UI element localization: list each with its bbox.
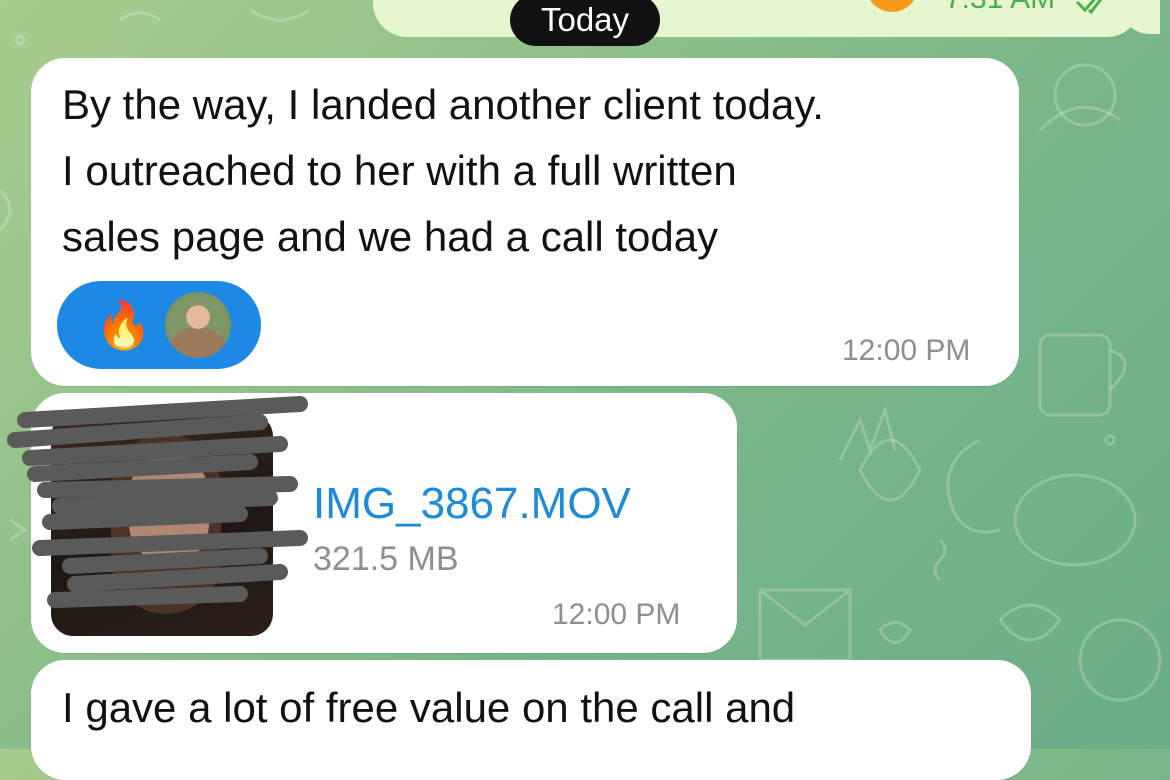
previous-message-time: 7:31 AM	[945, 0, 1055, 16]
message-time: 12:00 PM	[552, 598, 681, 631]
avatar	[163, 290, 233, 360]
video-thumbnail[interactable]	[51, 414, 273, 636]
thumbnail-face	[129, 454, 209, 564]
message-line: By the way, I landed another client toda…	[62, 81, 824, 128]
message-text: I gave a lot of free value on the call a…	[62, 675, 795, 741]
date-separator-pill: Today	[510, 0, 660, 46]
double-check-icon	[1075, 0, 1103, 15]
message-line: I gave a lot of free value on the call a…	[62, 684, 796, 731]
message-line: I outreached to her with a full written	[62, 147, 737, 194]
file-size: 321.5 MB	[313, 540, 459, 578]
message-line: sales page and we had a call today	[62, 213, 719, 260]
message-time: 12:00 PM	[842, 334, 971, 367]
reaction-chip[interactable]: 🔥	[57, 281, 261, 369]
flame-icon: 🔥	[95, 299, 153, 351]
date-label: Today	[540, 1, 630, 38]
file-name-link[interactable]: IMG_3867.MOV	[313, 479, 631, 529]
message-text: By the way, I landed another client toda…	[62, 72, 824, 270]
